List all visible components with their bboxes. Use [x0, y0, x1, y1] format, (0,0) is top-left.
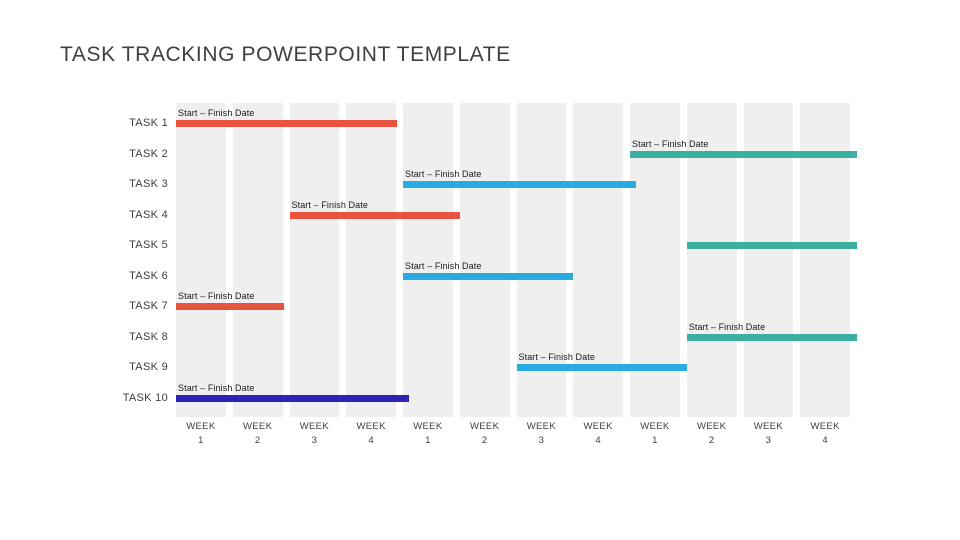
week-axis-tick-number: 3 — [765, 435, 772, 446]
gantt-bar-caption: Start – Finish Date — [178, 108, 255, 118]
gantt-bar-caption: Start – Finish Date — [291, 199, 368, 210]
week-axis-tick: WEEK 4 — [800, 420, 850, 448]
week-axis-tick-number: 1 — [425, 435, 431, 446]
gantt-bar[interactable] — [686, 333, 857, 341]
week-axis-tick-number: 4 — [368, 435, 374, 446]
gantt-bar[interactable] — [176, 303, 284, 310]
week-axis-tick: WEEK 1 — [403, 420, 453, 448]
week-axis-tick: WEEK 3 — [517, 420, 567, 448]
week-axis-tick-name: WEEK — [186, 421, 216, 432]
week-axis-tick-name: WEEK — [753, 421, 783, 432]
week-axis-tick-name: WEEK — [697, 421, 727, 432]
week-axis-tick-name: WEEK — [583, 421, 613, 432]
week-axis-tick-name: WEEK — [413, 421, 443, 432]
week-axis-tick-number: 4 — [822, 435, 828, 446]
week-axis-tick-name: WEEK — [470, 421, 500, 432]
gantt-bar[interactable] — [176, 394, 409, 402]
gantt-bar-caption: Start – Finish Date — [178, 382, 255, 393]
gantt-bar-caption: Start – Finish Date — [405, 169, 482, 179]
week-axis-tick-name: WEEK — [356, 421, 386, 432]
week-axis-tick-number: 2 — [481, 435, 488, 446]
week-axis-tick: WEEK 2 — [687, 420, 737, 448]
week-axis-tick-name: WEEK — [243, 421, 273, 432]
week-axis-tick: WEEK 3 — [744, 420, 794, 448]
gantt-bar[interactable] — [176, 120, 398, 127]
week-axis-tick-number: 4 — [595, 435, 601, 446]
week-axis-tick: WEEK 1 — [630, 420, 680, 448]
gantt-bar[interactable] — [403, 181, 636, 188]
gantt-bar-caption: Start – Finish Date — [405, 260, 482, 271]
gantt-chart: TASK 1 TASK 2 TASK 3 TASK 4 TASK 5 TASK 6 TASK… — [0, 0, 960, 540]
gantt-bar[interactable] — [403, 272, 574, 280]
week-axis-tick: WEEK 4 — [346, 420, 396, 448]
gantt-bar[interactable] — [686, 242, 857, 249]
week-axis-tick-number: 1 — [652, 435, 658, 446]
gantt-bar[interactable] — [516, 364, 687, 371]
week-axis-tick: WEEK 3 — [290, 420, 340, 448]
gantt-bar[interactable] — [289, 211, 460, 219]
week-axis-tick-name: WEEK — [526, 421, 556, 432]
week-axis-tick-name: WEEK — [810, 421, 840, 432]
week-axis-tick: WEEK 4 — [573, 420, 623, 448]
week-axis-tick-number: 3 — [311, 435, 318, 446]
gantt-bar-caption: Start – Finish Date — [632, 138, 709, 149]
week-axis-tick: WEEK 1 — [176, 420, 226, 448]
slide-canvas: TASK TRACKING POWERPOINT TEMPLATE TASK 1… — [0, 0, 960, 540]
gantt-bar[interactable] — [630, 150, 857, 158]
week-axis-tick: WEEK 2 — [233, 420, 283, 448]
week-axis-tick-number: 2 — [708, 435, 715, 446]
gantt-bar-caption: Start – Finish Date — [688, 321, 766, 332]
week-axis-tick-name: WEEK — [299, 421, 329, 432]
week-axis-tick-number: 3 — [538, 435, 545, 446]
gantt-bar-caption: Start – Finish Date — [518, 352, 595, 362]
week-axis-tick-number: 2 — [254, 435, 261, 446]
week-axis: WEEK 1 WEEK 2 WEEK 3 WEEK 4 WEEK 1 WEEK 2 WEEK 3 WEEK 4… — [176, 420, 857, 464]
week-axis-tick-name: WEEK — [640, 421, 670, 432]
week-axis-tick: WEEK 2 — [460, 420, 510, 448]
gantt-bar-caption: Start – Finish Date — [178, 291, 255, 301]
week-axis-tick-number: 1 — [198, 435, 204, 446]
